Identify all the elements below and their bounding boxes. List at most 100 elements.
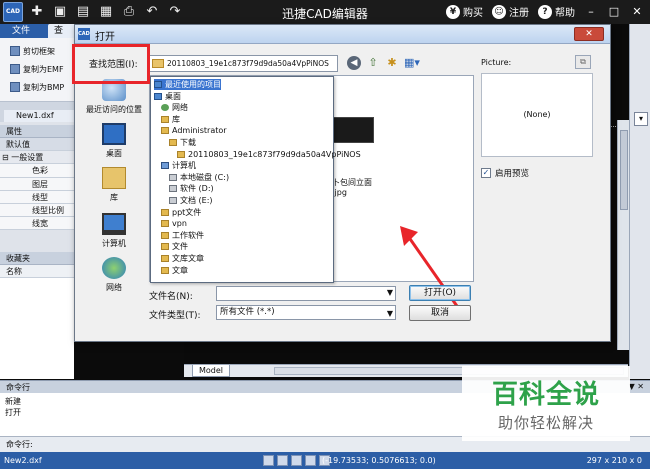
chevron-down-icon[interactable]: ▼ (387, 288, 393, 297)
new-folder-icon[interactable]: ✱ (385, 56, 399, 70)
dropdown-item[interactable]: Administrator (161, 125, 227, 136)
cart-icon: ¥ (446, 4, 460, 19)
file-list[interactable]: 卜包间立面 .jpg 最近使用的项目 桌面 网络库 Administrator 下载 20… (149, 75, 474, 320)
dropdown-item[interactable]: 20110803_19e1c873f79d9da50a4VpPiNOS (177, 149, 361, 160)
place-label: 网络 (106, 283, 122, 292)
dropdown-item-label: 桌面 (165, 91, 181, 101)
enable-preview-row[interactable]: ✓ 启用预览 (481, 167, 529, 179)
dialog-close-button[interactable]: ✕ (574, 27, 604, 41)
chevron-down-icon[interactable]: ▼ (387, 307, 393, 320)
dropdown-toggle-icon[interactable]: ▾ (634, 112, 648, 126)
open-dialog: CAD 打开 ✕ 查找范围(I): 20110803_19e1c873f79d9… (74, 24, 611, 342)
place-library[interactable]: 库 (79, 167, 149, 203)
register-label: 注册 (509, 8, 529, 19)
dropdown-item[interactable]: 计算机 (161, 160, 196, 171)
grid-icon[interactable] (277, 455, 288, 466)
enable-preview-checkbox[interactable]: ✓ (481, 168, 491, 178)
network-icon (161, 104, 169, 112)
look-in-value: 20110803_19e1c873f79d9da50a4VpPiNOS (167, 59, 329, 68)
place-computer[interactable]: 计算机 (79, 213, 149, 249)
file-type-select[interactable]: 所有文件 (*.*) ▼ (216, 305, 396, 320)
dropdown-item[interactable]: 工作软件 (161, 230, 204, 241)
dropdown-item[interactable]: 文章 (161, 265, 188, 276)
properties-header: 属性 (0, 125, 74, 138)
place-label: 库 (110, 193, 118, 202)
property-linewidth[interactable]: 线宽 (0, 217, 74, 231)
picture-copy-icon[interactable]: ⧉ (575, 55, 591, 69)
file-name-input[interactable]: ▼ (216, 286, 396, 301)
document-tab[interactable]: New1.dxf (4, 110, 74, 122)
cut-frame-button[interactable]: 剪切框架 (0, 42, 74, 60)
right-panel: ▾ (629, 24, 650, 379)
polar-icon[interactable] (305, 455, 316, 466)
dropdown-item-label: 文库文章 (172, 254, 204, 263)
tab-file[interactable]: 文件 (6, 24, 37, 38)
dropdown-item[interactable]: 本地磁盘 (C:) (169, 172, 229, 183)
dropdown-item[interactable]: 网络 (161, 102, 188, 113)
property-default[interactable]: 默认值 (0, 138, 74, 152)
file-name-label: 文件名(N): (149, 292, 193, 302)
dropdown-item-label: 库 (172, 114, 180, 124)
favorites-header: 收藏夹 (0, 252, 74, 265)
folder-icon (161, 127, 169, 135)
place-desktop[interactable]: 桌面 (79, 123, 149, 159)
drive-icon (169, 185, 177, 193)
status-paper-size: 297 x 210 x 0 (586, 456, 642, 465)
dropdown-item-label: 20110803_19e1c873f79d9da50a4VpPiNOS (188, 149, 361, 159)
help-link[interactable]: ? 帮助 (538, 4, 575, 19)
back-icon[interactable]: ◀ (347, 56, 361, 70)
drive-icon (169, 197, 177, 204)
scrollbar-thumb[interactable] (620, 130, 628, 210)
buy-label: 购买 (463, 8, 483, 19)
property-color[interactable]: 色彩 (0, 164, 74, 178)
dropdown-item[interactable]: 文件 (161, 241, 188, 252)
copy-bmp-icon (10, 82, 20, 92)
dropdown-item[interactable]: ppt文件 (161, 207, 201, 218)
dropdown-item[interactable]: 库 (161, 114, 180, 125)
close-icon[interactable]: ✕ (630, 5, 644, 18)
snap-icon[interactable] (263, 455, 274, 466)
view-menu-icon[interactable]: ▦▾ (404, 56, 420, 70)
place-recent[interactable]: 最近访问的位置 (79, 79, 149, 115)
copy-emf-label: 复制为EMF (23, 64, 64, 74)
maximize-icon[interactable]: □ (607, 5, 621, 18)
favorites-list (0, 278, 74, 379)
command-pin-controls[interactable]: ▼ ✕ (629, 382, 644, 391)
ortho-icon[interactable] (291, 455, 302, 466)
property-layer[interactable]: 图层 (0, 177, 74, 191)
favorites-name-column[interactable]: 名称 (0, 265, 74, 278)
copy-emf-button[interactable]: 复制为EMF (0, 60, 74, 78)
place-network[interactable]: 网络 (79, 257, 149, 293)
dropdown-item[interactable]: 下载 (169, 137, 196, 148)
open-button[interactable]: 打开(O) (409, 285, 471, 301)
folder-icon (161, 115, 169, 123)
ribbon-panel: 剪切框架 复制为EMF 复制为BMP (0, 38, 74, 102)
vertical-scrollbar[interactable] (617, 120, 629, 350)
dropdown-item[interactable]: 软件 (D:) (169, 183, 214, 194)
folder-icon (169, 139, 177, 146)
copy-bmp-label: 复制为BMP (23, 82, 65, 92)
tab-model[interactable]: Model (192, 365, 231, 377)
dropdown-item[interactable]: 文库文章 (161, 253, 204, 264)
tab-view[interactable]: 查看 (48, 24, 74, 50)
up-folder-icon[interactable]: ⇧ (366, 56, 380, 70)
dropdown-item[interactable]: 文档 (E:) (169, 195, 213, 206)
properties-grid: 默认值 ⊟ 一般设置 色彩 图层 线型 线型比例 线宽 (0, 138, 74, 231)
property-group-general[interactable]: ⊟ 一般设置 (0, 151, 74, 165)
dropdown-item[interactable]: vpn (161, 218, 187, 229)
property-linescale[interactable]: 线型比例 (0, 203, 74, 218)
copy-bmp-button[interactable]: 复制为BMP (0, 78, 74, 96)
arrow-head (400, 226, 418, 246)
dropdown-item[interactable]: 最近使用的项目 (154, 79, 221, 90)
register-link[interactable]: ☺ 注册 (492, 4, 529, 19)
ribbon-tabs: 文件 查看 (0, 24, 74, 50)
dialog-title: 打开 (95, 32, 115, 43)
desktop-icon (102, 123, 126, 145)
look-in-combo[interactable]: 20110803_19e1c873f79d9da50a4VpPiNOS (148, 55, 338, 72)
buy-link[interactable]: ¥ 购买 (446, 4, 483, 19)
cancel-button[interactable]: 取消 (409, 305, 471, 321)
computer-icon (102, 213, 126, 235)
dropdown-item[interactable]: 桌面 (154, 91, 181, 102)
minimize-icon[interactable]: – (584, 5, 598, 18)
property-linetype[interactable]: 线型 (0, 190, 74, 204)
